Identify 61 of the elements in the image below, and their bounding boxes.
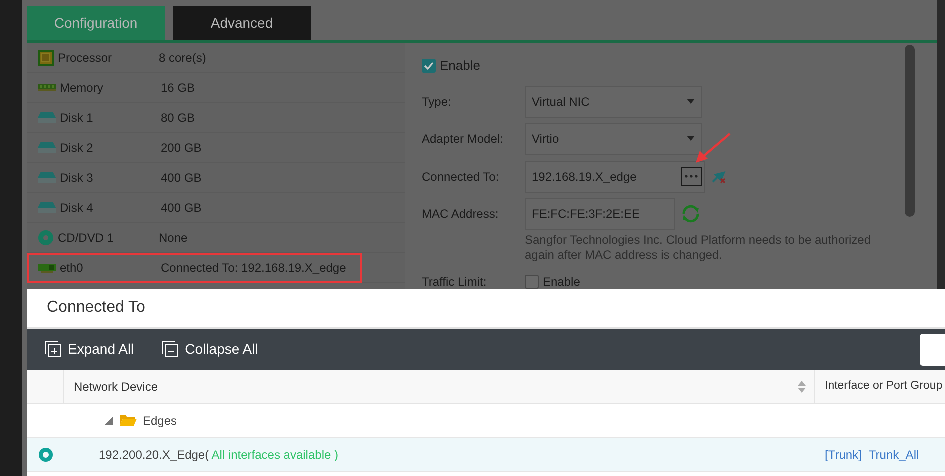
tree-node[interactable]: Edges <box>143 412 178 430</box>
caret-icon <box>687 99 695 104</box>
scrollbar[interactable] <box>905 45 915 217</box>
device-value: 8 core(s) <box>159 50 206 66</box>
dropdown[interactable]: Virtio <box>525 122 702 154</box>
checkbox-label: Enable <box>543 274 580 290</box>
device-value: 400 GB <box>161 200 202 216</box>
device-value: 400 GB <box>161 170 202 186</box>
folder-icon <box>120 414 137 427</box>
search-field[interactable] <box>920 334 945 366</box>
toolbar-button[interactable]: Expand All <box>45 339 134 360</box>
device-value: 80 GB <box>161 110 196 126</box>
checkbox[interactable] <box>525 274 539 288</box>
disk-icon <box>38 202 56 213</box>
device-name[interactable]: Processor <box>58 48 159 66</box>
field-label: MAC Address: <box>422 206 500 222</box>
port-link[interactable]: Trunk_All <box>868 446 920 464</box>
more-button[interactable] <box>681 167 702 186</box>
column-header[interactable]: Network Device <box>74 378 158 396</box>
expander-icon[interactable] <box>104 416 114 426</box>
sort-icon <box>798 380 806 394</box>
tab[interactable]: Configuration <box>27 6 165 40</box>
disk-icon <box>38 112 56 123</box>
annotation-arrow <box>695 133 731 165</box>
radio-button[interactable] <box>39 448 53 462</box>
refresh-icon[interactable] <box>680 202 702 224</box>
dropdown[interactable]: Virtual NIC <box>525 86 702 118</box>
connection-field[interactable]: 192.168.19.X_edge <box>525 160 705 192</box>
device-name[interactable]: Disk 2 <box>60 138 161 156</box>
device-value: Connected To: 192.168.19.X_edge <box>161 260 346 276</box>
device-entry[interactable]: 192.200.20.X_Edge( All interfaces available ) <box>99 446 338 464</box>
mac-field[interactable]: FE:FC:FE:3F:2E:EE <box>525 198 675 230</box>
checkbox[interactable] <box>422 58 436 73</box>
disc-icon <box>38 230 54 246</box>
ellipsis-icon <box>685 175 698 178</box>
port-type: [Trunk] <box>825 446 862 464</box>
field-label: Traffic Limit: <box>422 274 488 290</box>
device-name[interactable]: eth0 <box>60 258 161 276</box>
disconnect-icon[interactable] <box>711 170 727 184</box>
field-label: Connected To: <box>422 168 500 186</box>
toolbar-button[interactable]: Collapse All <box>162 339 258 360</box>
device-value: None <box>159 230 188 246</box>
device-name[interactable]: Disk 1 <box>60 108 161 126</box>
device-name[interactable]: Disk 4 <box>60 198 161 216</box>
caret-icon <box>687 136 695 141</box>
disk-icon <box>38 172 56 183</box>
tab[interactable]: Advanced <box>173 6 311 40</box>
expand-icon <box>45 341 62 358</box>
device-name[interactable]: Memory <box>60 78 161 96</box>
memory-stick-icon <box>38 83 56 92</box>
chip-icon <box>38 50 54 66</box>
field-label: Type: <box>422 94 452 110</box>
field-label: Adapter Model: <box>422 130 504 148</box>
device-name[interactable]: CD/DVD 1 <box>58 228 159 246</box>
collapse-icon <box>162 341 180 358</box>
device-name[interactable]: Disk 3 <box>60 168 161 186</box>
network-card-icon <box>38 262 56 273</box>
checkbox-label: Enable <box>440 57 480 75</box>
device-value: 16 GB <box>161 80 196 96</box>
device-value: 200 GB <box>161 140 202 156</box>
disk-icon <box>38 142 56 153</box>
